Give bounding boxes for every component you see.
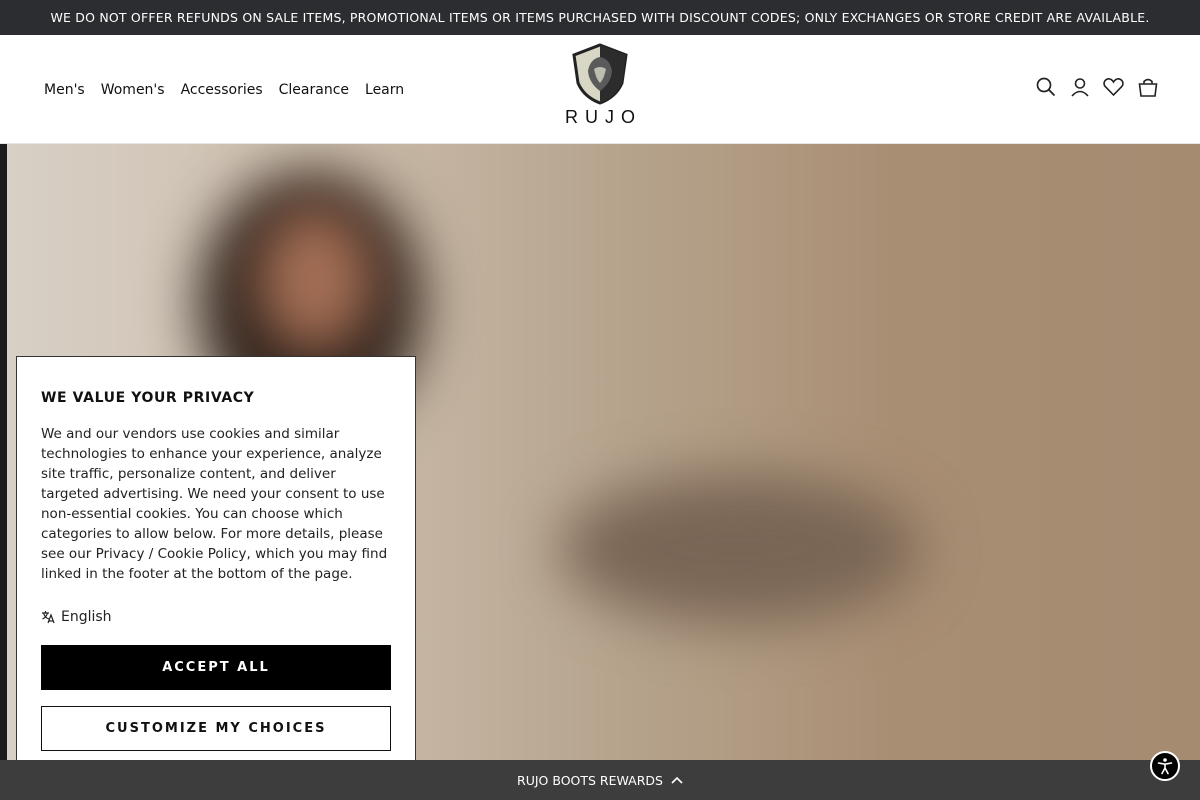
wishlist-icon[interactable]: [1103, 77, 1124, 98]
language-label: English: [61, 609, 112, 625]
nav-accessories[interactable]: Accessories: [181, 82, 263, 98]
announcement-text: WE DO NOT OFFER REFUNDS ON SALE ITEMS, P…: [50, 10, 1150, 25]
lion-shield-logo-icon: [572, 43, 628, 105]
announcement-bar: WE DO NOT OFFER REFUNDS ON SALE ITEMS, P…: [0, 0, 1200, 35]
nav-learn[interactable]: Learn: [365, 82, 404, 98]
cookie-description: We and our vendors use cookies and simil…: [41, 426, 388, 582]
cart-icon[interactable]: [1137, 77, 1158, 98]
nav-clearance[interactable]: Clearance: [279, 82, 349, 98]
main-nav: Men's Women's Accessories Clearance Lear…: [44, 35, 404, 144]
logo-wordmark: RUJO: [565, 107, 642, 127]
chevron-up-icon: [671, 776, 683, 784]
site-header: Men's Women's Accessories Clearance Lear…: [0, 35, 1200, 144]
cookie-title: WE VALUE YOUR PRIVACY: [41, 390, 255, 406]
cookie-consent-banner: WE VALUE YOUR PRIVACY We and our vendors…: [16, 356, 416, 776]
accept-all-button[interactable]: ACCEPT ALL: [41, 645, 391, 690]
translate-icon: [42, 611, 55, 624]
account-icon[interactable]: [1069, 77, 1090, 98]
rewards-label: RUJO BOOTS REWARDS: [517, 772, 663, 788]
hero-boots-shadow: [560, 474, 920, 624]
accessibility-icon[interactable]: [1150, 751, 1180, 781]
header-icons: [1035, 35, 1158, 139]
customize-choices-button[interactable]: CUSTOMIZE MY CHOICES: [41, 706, 391, 751]
search-icon[interactable]: [1035, 77, 1056, 98]
site-logo[interactable]: RUJO: [553, 43, 647, 133]
language-selector[interactable]: English: [41, 609, 112, 625]
nav-womens[interactable]: Women's: [101, 82, 165, 98]
rewards-bar[interactable]: RUJO BOOTS REWARDS: [0, 760, 1200, 800]
hero-model-face: [255, 204, 375, 354]
nav-mens[interactable]: Men's: [44, 82, 85, 98]
hero-left-edge: [0, 144, 7, 760]
